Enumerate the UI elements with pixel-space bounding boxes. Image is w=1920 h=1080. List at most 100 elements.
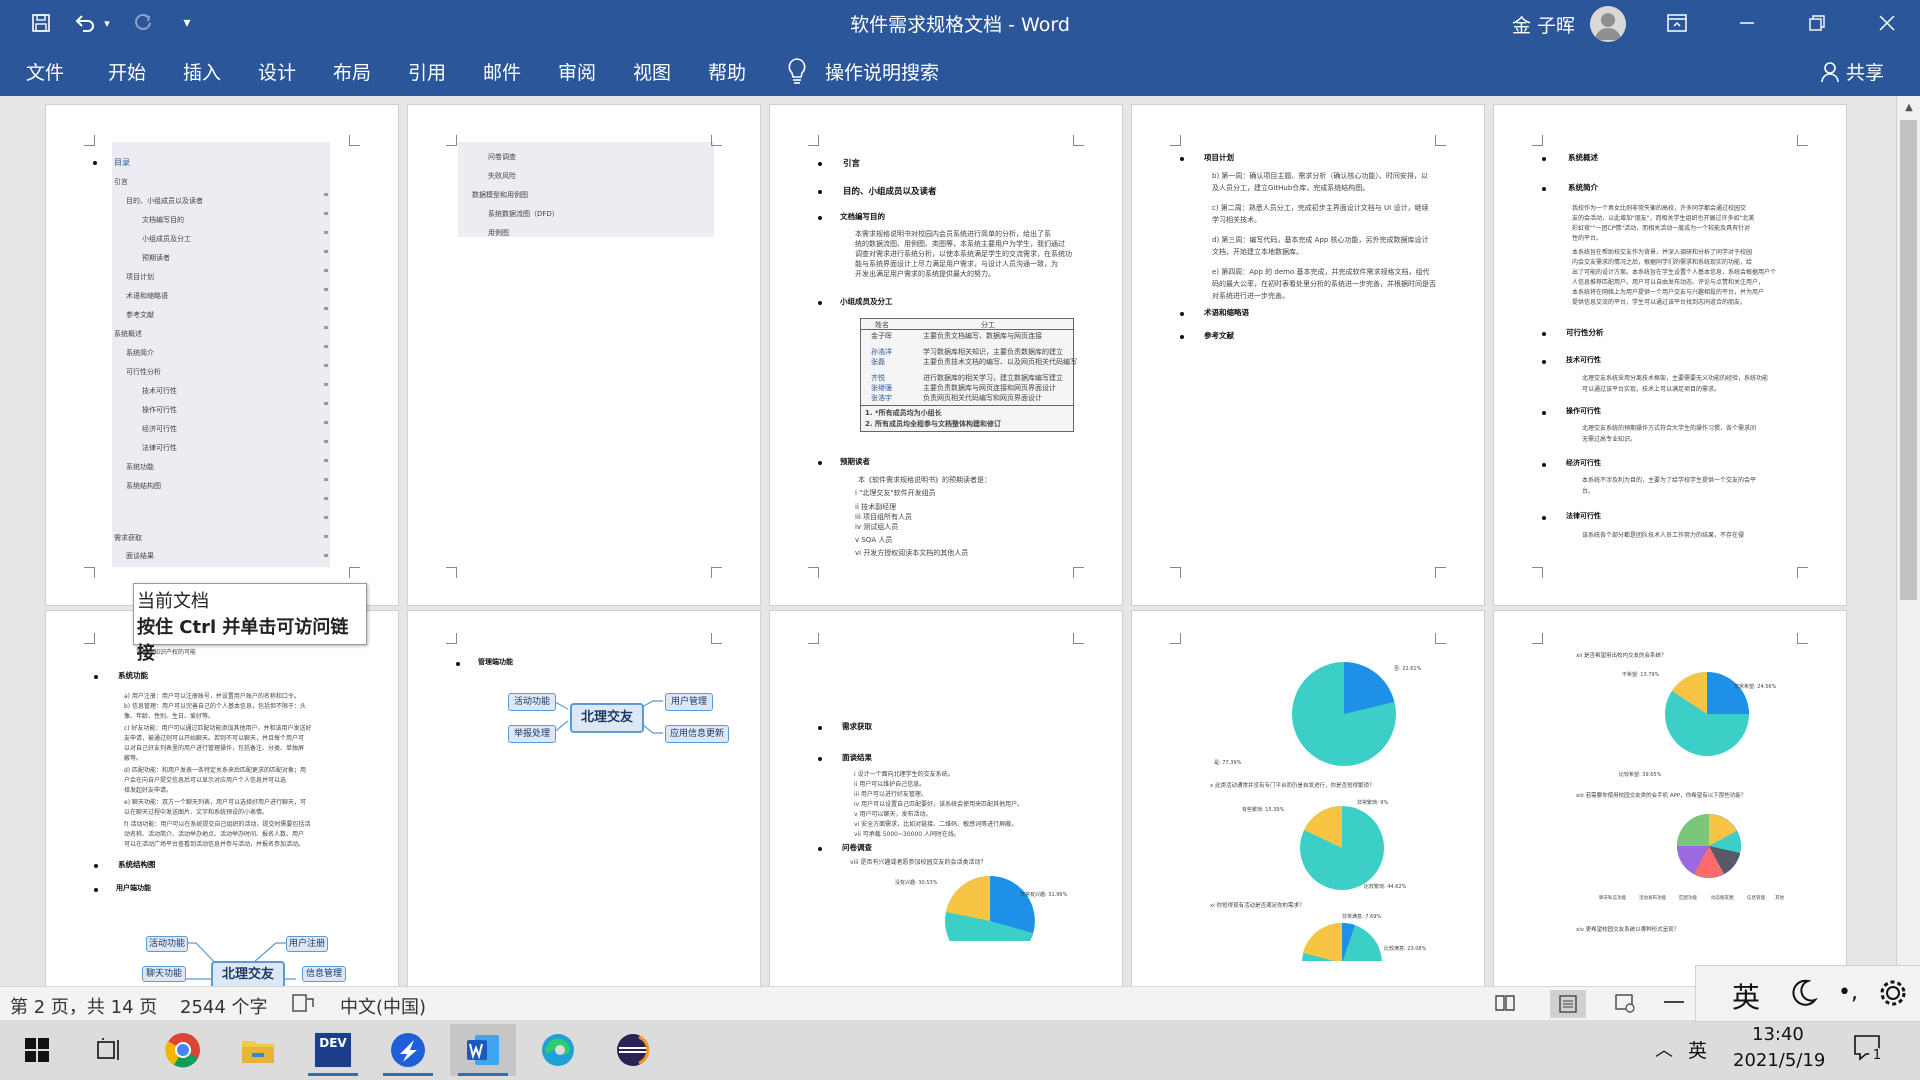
toc-line[interactable]: 项目计划 [126,272,154,282]
tab-home[interactable]: 开始 [108,58,146,85]
body-text: 性的平台。 [1572,235,1603,242]
list-item: b) 第一周：确认项目主题、需求分析（确认核心功能）、时间安排，以 [1212,172,1428,180]
redo-icon[interactable] [128,8,158,38]
tab-help[interactable]: 帮助 [708,58,746,85]
clock-date[interactable]: 2021/5/19 [1733,1050,1825,1071]
restore-icon[interactable] [1782,0,1852,46]
windows-start-icon[interactable] [4,1024,70,1076]
toc-line[interactable]: 引言 [114,177,128,187]
toc-line[interactable]: 系统结构图 [126,481,161,491]
lightbulb-icon[interactable] [785,56,809,86]
page-9[interactable]: 否: 22.61% 是: 77.39% x 此类活动通常并没有专门平台而仍是自发… [1131,610,1485,986]
chrome-icon[interactable] [150,1024,216,1076]
toc-line[interactable]: 系统概述 [114,329,142,339]
toc-line[interactable]: 失败风险 [488,171,516,181]
toc-line[interactable]: 经济可行性 [142,424,177,434]
clock-time[interactable]: 13:40 [1752,1024,1804,1045]
tell-me-search[interactable]: 操作说明搜索 [825,58,939,85]
window-title: 软件需求规格文档 - Word [850,14,1070,36]
customize-toolbar-icon[interactable]: ▾ [176,8,198,38]
toc-line[interactable]: 法律可行性 [142,443,177,453]
table-cell: 主要负责技术文档的编写、以及网页相关代码编写 [923,358,1077,366]
toc-line[interactable]: 技术可行性 [142,386,177,396]
page-1[interactable]: 目录 引言 目的、小组成员以及读者 文档编写目的 小组成员及分工 预期读者 项目… [45,104,399,606]
toc-line[interactable]: 系统简介 [126,348,154,358]
page-indicator[interactable]: 第 2 页，共 14 页 [10,993,157,1019]
page-2[interactable]: 问卷调查 失败风险 数据模型和用例图 系统数据流图（DFD） 用例图 [407,104,761,606]
vertical-scrollbar[interactable]: ▲ [1896,96,1920,986]
body-text: 出了可能的设计方案。本系统旨在学生设置个人基本信息，系统会根据用户个 [1572,269,1777,276]
body-text: 开发出满足用户需求的系统提供最大的努力。 [855,270,995,278]
word-icon[interactable] [450,1024,516,1076]
scroll-thumb[interactable] [1900,120,1917,600]
print-layout-icon[interactable] [1550,990,1586,1018]
toc-line[interactable]: 小组成员及分工 [142,234,191,244]
tab-mailings[interactable]: 邮件 [483,58,521,85]
punctuation-icon[interactable]: •, [1838,980,1858,1005]
scroll-up-icon[interactable]: ▲ [1897,96,1920,118]
list-item: e) 聊天功能：双方一个聊天列表，用户可以选择好用户进行聊天，可 [124,799,306,806]
tab-view[interactable]: 视图 [633,58,671,85]
dev-cpp-icon[interactable]: DEV [300,1024,366,1076]
table-cell: 进行数据库的相关学习，建立数据库编写建立 [923,374,1063,382]
toc-line[interactable]: 问卷调查 [488,152,516,162]
tab-layout[interactable]: 布局 [333,58,371,85]
tray-chevron-up-icon[interactable]: ︿ [1655,1036,1673,1062]
ribbon-display-options-icon[interactable] [1642,0,1712,46]
toc-line[interactable]: 操作可行性 [142,405,177,415]
page-3[interactable]: 引言 目的、小组成员以及读者 文档编写目的 本需求规格说明书对校园内会员系统进行… [769,104,1123,606]
moon-icon[interactable] [1790,978,1818,1012]
edge-icon[interactable] [525,1024,591,1076]
pie-label: 比较繁琐: 44.62% [1364,884,1407,890]
task-view-icon[interactable] [76,1024,142,1076]
close-icon[interactable] [1852,0,1920,46]
toc-line[interactable]: 可行性分析 [126,367,161,377]
toc-line[interactable]: 参考文献 [126,310,154,320]
toc-line[interactable]: 需求获取 [114,533,142,543]
page-8[interactable]: 需求获取 面谈结果 i 设计一个面向北理学生的交友系统。 ii 用户可以维护自己… [769,610,1123,986]
eclipse-icon[interactable] [600,1024,666,1076]
list-item: vi 安全方面需求，比如对链接、二维码、敏感词等进行屏蔽。 [854,821,1018,828]
user-name[interactable]: 金 子晖 [1512,11,1575,38]
file-explorer-icon[interactable] [225,1024,291,1076]
page-5[interactable]: 系统概述 系统简介 我校作为一个男女比例非常失衡的高校，许多同学都会通过校园交 … [1493,104,1847,606]
toc-line[interactable]: 系统功能 [126,462,154,472]
tab-references[interactable]: 引用 [408,58,446,85]
toc-line[interactable]: 术语和缩略语 [126,291,168,301]
language-indicator[interactable]: 中文(中国) [340,993,426,1019]
ime-toolbar[interactable]: 英 •, [1695,965,1920,1022]
page-4[interactable]: 项目计划 b) 第一周：确认项目主题、需求分析（确认核心功能）、时间安排，以 及… [1131,104,1485,606]
web-layout-icon[interactable] [1614,993,1636,1018]
share-button[interactable]: 共享 [1820,58,1884,85]
tray-ime-label[interactable]: 英 [1688,1036,1707,1063]
save-icon[interactable] [26,8,56,38]
notification-icon[interactable]: 1 [1852,1032,1885,1066]
zoom-out-icon[interactable] [1664,1001,1684,1003]
tab-file[interactable]: 文件 [26,58,64,85]
toc-line[interactable]: 面谈结果 [126,551,154,561]
feishu-icon[interactable] [375,1024,441,1076]
legend-item: 信息管理 [1747,896,1765,901]
ime-mode-label[interactable]: 英 [1732,976,1760,1016]
gear-icon[interactable] [1878,978,1908,1012]
tab-design[interactable]: 设计 [258,58,296,85]
tab-review[interactable]: 审阅 [558,58,596,85]
undo-icon[interactable] [70,8,100,38]
minimize-icon[interactable] [1712,0,1782,46]
page-7[interactable]: 管理端功能 活动功能 北理交友 用户管理 举报处理 应用信息更新 [407,610,761,986]
toc-line[interactable]: 数据模型和用例图 [472,190,528,200]
page-6[interactable]: 害他人知识产权的可能 系统功能 a) 用户注册：用户可以注册账号，并设置用户账户… [45,610,399,986]
word-count[interactable]: 2544 个字 [180,993,268,1019]
document-area[interactable]: 目录 引言 目的、小组成员以及读者 文档编写目的 小组成员及分工 预期读者 项目… [0,96,1896,986]
toc-line[interactable]: 文档编写目的 [142,215,184,225]
proofing-icon[interactable] [292,993,314,1018]
undo-dropdown-icon[interactable]: ▾ [100,8,114,38]
toc-line[interactable]: 用例图 [488,228,509,238]
toc-line[interactable]: 预期读者 [142,253,170,263]
page-10[interactable]: xii 是否希望用出校内交友的会系统？ 不希望: 13.79% 非常希望: 24… [1493,610,1847,986]
avatar[interactable] [1590,6,1626,42]
tab-insert[interactable]: 插入 [183,58,221,85]
toc-line[interactable]: 系统数据流图（DFD） [488,209,559,219]
toc-line[interactable]: 目的、小组成员以及读者 [126,196,203,206]
read-mode-icon[interactable] [1494,993,1516,1018]
